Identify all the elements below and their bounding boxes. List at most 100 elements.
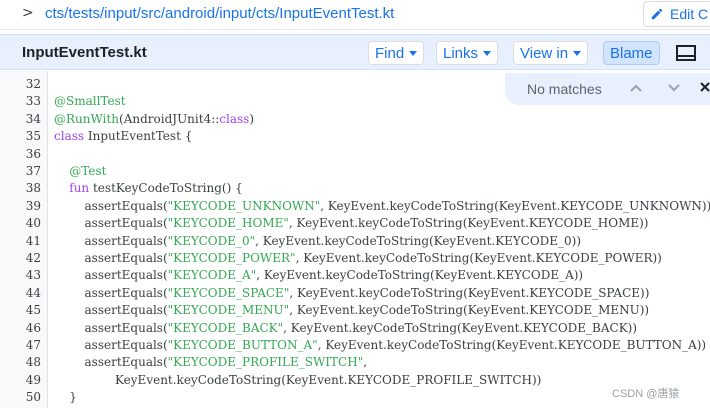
close-icon[interactable] bbox=[698, 80, 710, 94]
code-token: assertEquals( bbox=[54, 268, 168, 283]
edit-code-button[interactable]: Edit C bbox=[643, 1, 710, 27]
line-number[interactable]: 49 bbox=[1, 373, 41, 387]
code-token: , KeyEvent.keyCodeToString(KeyEvent.KEYC… bbox=[320, 198, 710, 213]
code-token: ) bbox=[249, 111, 255, 126]
line-number[interactable]: 39 bbox=[1, 199, 41, 213]
code-token: assertEquals( bbox=[54, 320, 168, 335]
view-in-button[interactable]: View in bbox=[513, 41, 589, 65]
code-token: , KeyEvent.keyCodeToString(KeyEvent.KEYC… bbox=[256, 268, 584, 283]
caret-down-icon bbox=[573, 50, 582, 56]
find-label: Find bbox=[375, 44, 405, 62]
code-token: assertEquals( bbox=[54, 303, 168, 318]
find-button[interactable]: Find bbox=[368, 41, 425, 65]
links-button[interactable]: Links bbox=[436, 41, 499, 65]
code-line: @SmallTest bbox=[54, 94, 126, 108]
code-token: , KeyEvent.keyCodeToString(KeyEvent.KEYC… bbox=[288, 216, 649, 231]
breadcrumb: > cts/tests/input/src/android/input/cts/… bbox=[0, 0, 710, 30]
line-number-gutter: 32 33 34 35 36 37 38 39 40 41 42 43 44 45 46 47 48 49 50 bbox=[0, 71, 48, 408]
caret-down-icon bbox=[409, 50, 418, 56]
breadcrumb-path[interactable]: cts/tests/input/src/android/input/cts/In… bbox=[45, 5, 394, 22]
code-token: testKeyCodeToString() { bbox=[89, 181, 243, 196]
code-token: "KEYCODE_PROFILE_SWITCH" bbox=[167, 355, 364, 370]
code-token: class bbox=[54, 129, 85, 144]
code-line: @RunWith(AndroidJUnit4::class) bbox=[54, 112, 254, 126]
code-token: , KeyEvent.keyCodeToString(KeyEvent.KEYC… bbox=[317, 338, 707, 352]
pencil-icon bbox=[651, 8, 663, 20]
code-token: assertEquals( bbox=[54, 233, 168, 248]
code-token: , KeyEvent.keyCodeToString(KeyEvent.KEYC… bbox=[283, 320, 638, 335]
code-line: fun testKeyCodeToString() { bbox=[54, 181, 243, 196]
line-number[interactable]: 50 bbox=[1, 390, 41, 404]
code-token: assertEquals( bbox=[54, 338, 168, 352]
line-number[interactable]: 34 bbox=[1, 112, 41, 126]
edit-code-label: Edit C bbox=[670, 6, 709, 22]
code-token: "KEYCODE_MENU" bbox=[167, 303, 290, 318]
code-token: class bbox=[219, 111, 250, 126]
code-token: @SmallTest bbox=[54, 94, 126, 109]
find-bar: No matches bbox=[505, 73, 710, 105]
code-token: InputEventTest { bbox=[84, 129, 193, 144]
line-number[interactable]: 48 bbox=[1, 355, 41, 369]
file-title: InputEventTest.kt bbox=[22, 44, 147, 61]
line-number[interactable]: 46 bbox=[1, 321, 41, 335]
line-number[interactable]: 40 bbox=[1, 216, 41, 230]
line-number[interactable]: 38 bbox=[1, 181, 41, 195]
code-line: assertEquals("KEYCODE_HOME", KeyEvent.ke… bbox=[54, 216, 649, 231]
line-number[interactable]: 33 bbox=[1, 94, 41, 108]
code-line: assertEquals("KEYCODE_SPACE", KeyEvent.k… bbox=[54, 285, 650, 300]
code-viewer: 32 33 34 35 36 37 38 39 40 41 42 43 44 45 46 47 48 49 50 @… bbox=[0, 71, 710, 408]
code-token: , KeyEvent.keyCodeToString(KeyEvent.KEYC… bbox=[289, 285, 650, 300]
line-number[interactable]: 47 bbox=[1, 338, 41, 352]
panel-layout-icon[interactable] bbox=[676, 45, 696, 61]
line-number[interactable]: 37 bbox=[1, 164, 41, 178]
chevron-up-icon[interactable] bbox=[629, 81, 643, 95]
code-token: "KEYCODE_UNKNOWN" bbox=[167, 198, 321, 213]
code-token: "KEYCODE_BUTTON_A" bbox=[167, 338, 318, 352]
code-token: @RunWith bbox=[54, 111, 120, 126]
code-token: "KEYCODE_A" bbox=[167, 268, 257, 283]
line-number[interactable]: 42 bbox=[1, 251, 41, 265]
code-token: , KeyEvent.keyCodeToString(KeyEvent.KEYC… bbox=[255, 233, 582, 248]
code-token: assertEquals( bbox=[54, 216, 168, 231]
links-label: Links bbox=[443, 44, 479, 62]
line-number[interactable]: 35 bbox=[1, 129, 41, 143]
code-token: (AndroidJUnit4:: bbox=[119, 111, 220, 126]
find-status: No matches bbox=[527, 81, 602, 97]
chevron-down-icon[interactable] bbox=[667, 81, 681, 95]
view-in-label: View in bbox=[520, 44, 569, 62]
code-token: } bbox=[54, 390, 77, 405]
watermark: CSDN @唐猿 bbox=[612, 388, 680, 400]
code-token: assertEquals( bbox=[54, 285, 168, 300]
code-token: fun bbox=[69, 181, 90, 196]
line-number[interactable]: 45 bbox=[1, 303, 41, 317]
code-token: , KeyEvent.keyCodeToString(KeyEvent.KEYC… bbox=[295, 251, 662, 265]
line-number[interactable]: 36 bbox=[1, 147, 41, 161]
code-token: assertEquals( bbox=[54, 198, 168, 213]
code-line: assertEquals("KEYCODE_PROFILE_SWITCH", bbox=[54, 355, 368, 370]
code-line: assertEquals("KEYCODE_BUTTON_A", KeyEven… bbox=[54, 338, 707, 352]
blame-button[interactable]: Blame bbox=[603, 41, 660, 65]
code-line: class InputEventTest { bbox=[54, 129, 192, 143]
chevron-right-icon[interactable]: > bbox=[22, 5, 34, 21]
code-token: "KEYCODE_POWER" bbox=[167, 251, 296, 265]
code-token: "KEYCODE_HOME" bbox=[167, 216, 289, 231]
code-line: assertEquals("KEYCODE_0", KeyEvent.keyCo… bbox=[54, 233, 582, 248]
line-number[interactable]: 32 bbox=[1, 77, 41, 91]
code-token: assertEquals( bbox=[54, 355, 168, 370]
code-line: @Test bbox=[54, 164, 106, 178]
line-number[interactable]: 43 bbox=[1, 268, 41, 282]
line-number[interactable]: 41 bbox=[1, 234, 41, 248]
blame-label: Blame bbox=[610, 44, 653, 62]
line-number[interactable]: 44 bbox=[1, 286, 41, 300]
code-token: "KEYCODE_BACK" bbox=[167, 320, 284, 335]
code-token: "KEYCODE_0" bbox=[167, 233, 256, 248]
code-line: KeyEvent.keyCodeToString(KeyEvent.KEYCOD… bbox=[54, 373, 541, 387]
code-line: assertEquals("KEYCODE_A", KeyEvent.keyCo… bbox=[54, 268, 584, 283]
code-token: @Test bbox=[69, 164, 107, 178]
code-line: assertEquals("KEYCODE_UNKNOWN", KeyEvent… bbox=[54, 199, 710, 213]
file-header: InputEventTest.kt Find Links View in Bla… bbox=[0, 34, 710, 70]
code-token: , KeyEvent.keyCodeToString(KeyEvent.KEYC… bbox=[289, 303, 650, 318]
code-token: assertEquals( bbox=[54, 251, 168, 265]
